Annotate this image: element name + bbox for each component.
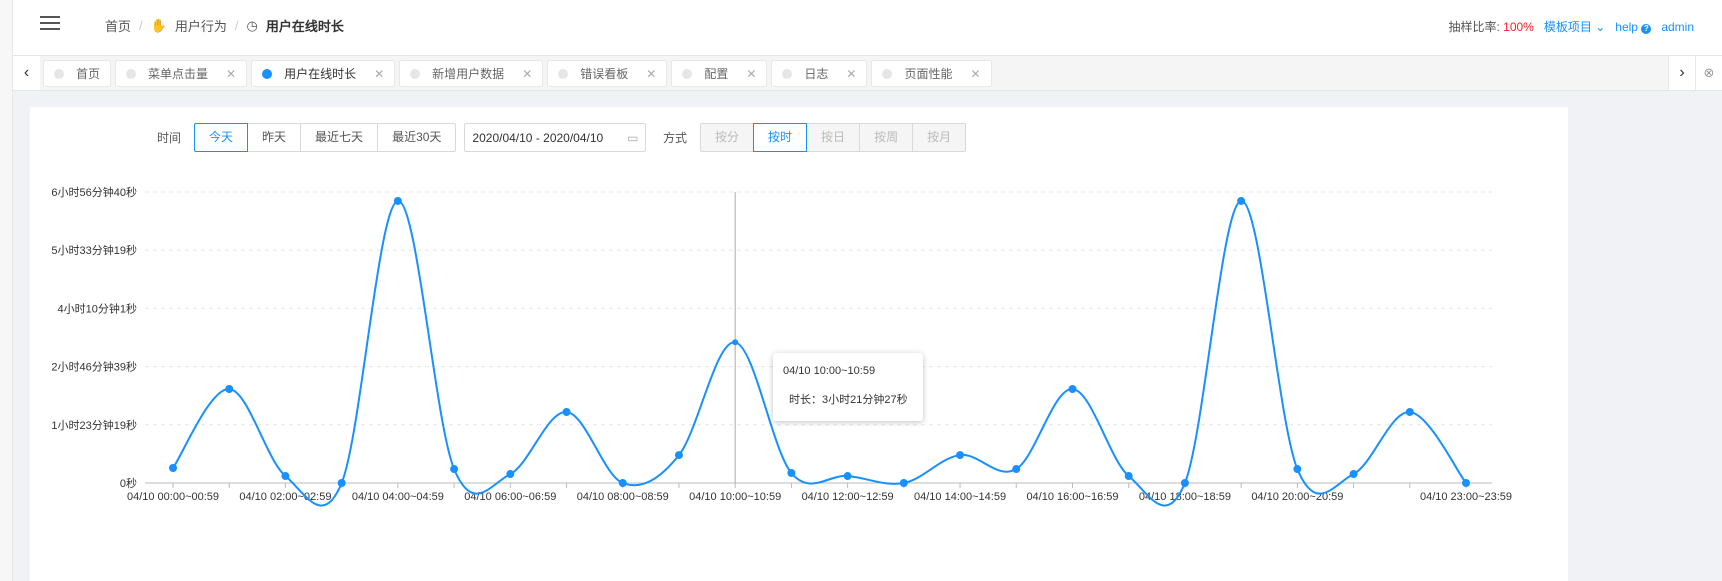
data-point <box>225 384 234 393</box>
x-tick-label: 04/10 12:00~12:59 <box>802 491 894 503</box>
data-point <box>618 479 627 487</box>
data-point <box>337 479 346 487</box>
data-point <box>450 465 459 474</box>
x-tick-label: 04/10 14:00~14:59 <box>914 491 1006 503</box>
y-tick-label: 5小时33分钟19秒 <box>51 243 137 257</box>
data-point <box>506 470 515 479</box>
data-point <box>281 472 290 481</box>
y-tick-label: 2小时46分钟39秒 <box>51 360 137 374</box>
x-tick-label: 04/10 08:00~08:59 <box>577 491 669 503</box>
tooltip-value: 时长：3小时21分钟27秒 <box>789 394 908 406</box>
y-tick-label: 1小时23分钟19秒 <box>51 418 137 432</box>
chart-tooltip: 04/10 10:00~10:59 时长：3小时21分钟27秒 <box>773 353 923 421</box>
data-point <box>562 407 571 416</box>
data-point <box>169 463 177 472</box>
tooltip-title: 04/10 10:00~10:59 <box>783 365 876 377</box>
data-point <box>1180 479 1189 487</box>
data-point <box>732 339 739 346</box>
data-point <box>393 196 402 205</box>
data-point <box>787 468 796 477</box>
x-tick-label: 04/10 20:00~20:59 <box>1251 491 1343 503</box>
y-tick-label: 0秒 <box>120 476 137 490</box>
x-tick-label: 04/10 23:00~23:59 <box>1420 491 1512 503</box>
data-point <box>956 451 965 460</box>
data-point <box>1237 196 1246 205</box>
x-tick-label: 04/10 04:00~04:59 <box>352 491 444 503</box>
data-point <box>1405 407 1414 416</box>
mode-hour[interactable]: 按时 <box>753 123 808 152</box>
data-point <box>1462 479 1470 487</box>
data-point <box>1012 465 1021 474</box>
x-tick-label: 04/10 10:00~10:59 <box>689 491 781 503</box>
data-point <box>1068 384 1077 393</box>
data-point <box>1293 465 1302 474</box>
data-point <box>843 472 852 481</box>
data-point <box>899 479 908 487</box>
time-today[interactable]: 今天 <box>194 123 249 152</box>
x-tick-label: 04/10 02:00~02:59 <box>239 491 331 503</box>
online-duration-chart[interactable]: 0秒 1小时23分钟19秒 2小时46分钟39秒 4小时10分钟1秒 5小时33分钟19… <box>0 0 1722 581</box>
data-point <box>1349 470 1358 479</box>
x-tick-label: 04/10 16:00~16:59 <box>1026 491 1118 503</box>
data-point <box>1124 472 1133 481</box>
y-tick-label: 4小时10分钟1秒 <box>58 301 137 315</box>
y-tick-label: 6小时56分钟40秒 <box>51 185 137 199</box>
x-tick-label: 04/10 00:00~00:59 <box>127 491 219 503</box>
data-point <box>674 451 683 460</box>
